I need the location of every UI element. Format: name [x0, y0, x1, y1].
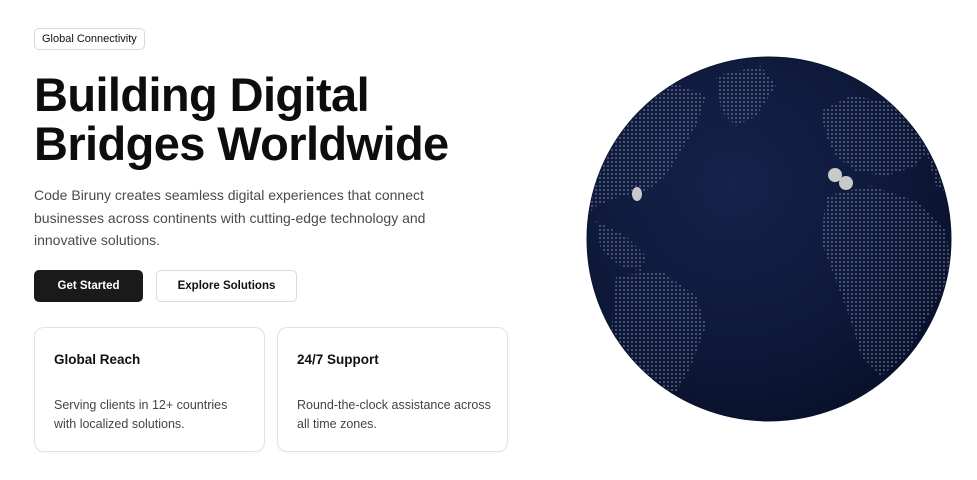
feature-card-support: 24/7 Support Round-the-clock assistance … — [277, 327, 508, 452]
feature-card-global-reach: Global Reach Serving clients in 12+ coun… — [34, 327, 265, 452]
globe-svg — [586, 56, 952, 422]
card-title: 24/7 Support — [297, 352, 379, 367]
card-text: Serving clients in 12+ countries with lo… — [54, 398, 228, 431]
page-title: Building Digital Bridges Worldwide — [34, 70, 449, 168]
marker-europe-2 — [839, 176, 853, 190]
globe[interactable] — [586, 56, 952, 422]
hero-section: Global Connectivity Building Digital Bri… — [0, 0, 977, 480]
hero-description: Code Biruny creates seamless digital exp… — [34, 187, 426, 248]
card-text: Round-the-clock assistance across all ti… — [297, 398, 491, 431]
tag-badge: Global Connectivity — [34, 28, 145, 50]
card-title: Global Reach — [54, 352, 141, 367]
get-started-button[interactable]: Get Started — [34, 270, 143, 302]
page-title-line-1: Building Digital — [34, 68, 370, 121]
explore-solutions-button[interactable]: Explore Solutions — [156, 270, 297, 302]
marker-americas — [632, 187, 642, 201]
page-title-line-2: Bridges Worldwide — [34, 117, 449, 170]
